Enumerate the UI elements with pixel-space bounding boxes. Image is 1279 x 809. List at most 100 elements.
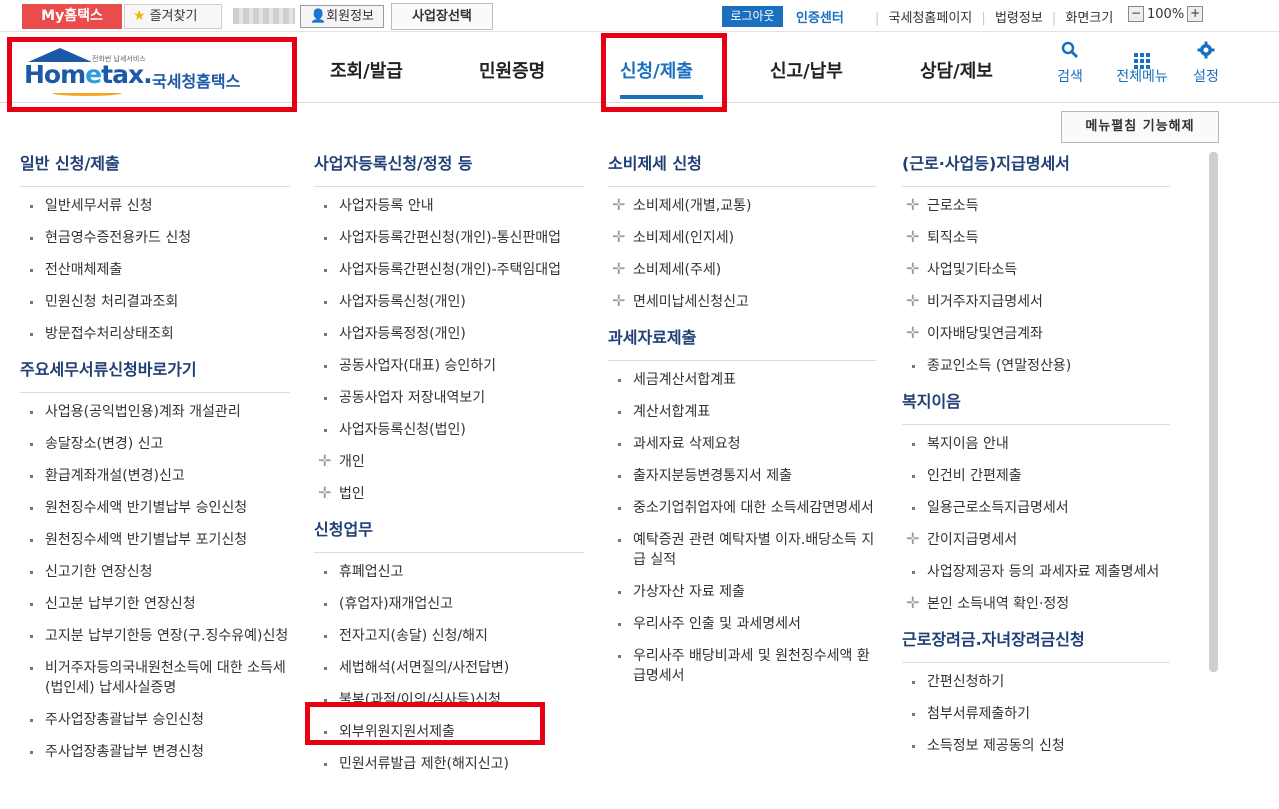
menu-link[interactable]: 예탁증권 관련 예탁자별 이자.배당소득 지급 실적 bbox=[608, 530, 876, 570]
nts-homepage-link[interactable]: 국세청홈페이지 bbox=[889, 11, 973, 26]
menu-link-label: 중소기업취업자에 대한 소득세감면명세서 bbox=[633, 500, 874, 516]
logout-button[interactable]: 로그아웃 bbox=[722, 6, 783, 27]
zoom-control: − 100% + bbox=[1128, 6, 1204, 22]
menu-link[interactable]: ✛ 개인 bbox=[314, 451, 584, 472]
menu-link[interactable]: ✛ 소비제세(개별,교통) bbox=[608, 195, 876, 216]
menu-link[interactable]: 공동사업자(대표) 승인하기 bbox=[314, 356, 584, 376]
menu-link[interactable]: 원천징수세액 반기별납부 승인신청 bbox=[20, 498, 290, 518]
menu-link-label: 사업장제공자 등의 과세자료 제출명세서 bbox=[927, 564, 1160, 580]
cert-center-link[interactable]: 인증센터 bbox=[796, 7, 844, 26]
menu-link[interactable]: 전산매체제출 bbox=[20, 260, 290, 280]
menu-link[interactable]: 우리사주 배당비과세 및 원천징수세액 환급명세서 bbox=[608, 646, 876, 686]
menu-link[interactable]: 출자지분등변경통지서 제출 bbox=[608, 466, 876, 486]
all-menu-button[interactable]: 전체메뉴 bbox=[1112, 41, 1172, 86]
favorites-label: 즐겨찾기 bbox=[149, 9, 198, 24]
scrollbar-thumb[interactable] bbox=[1209, 152, 1218, 672]
menu-link[interactable]: 간편신청하기 bbox=[902, 672, 1170, 692]
menu-link[interactable]: 중소기업취업자에 대한 소득세감면명세서 bbox=[608, 498, 876, 518]
logo-korean: 국세청홈택스 bbox=[152, 72, 241, 91]
star-icon: ★ bbox=[133, 8, 146, 24]
menu-link[interactable]: 사업자등록 안내 bbox=[314, 196, 584, 216]
menu-link-label: 고지분 납부기한등 연장(구.징수유예)신청 bbox=[45, 628, 289, 644]
menu-link[interactable]: 전자고지(송달) 신청/해지 bbox=[314, 626, 584, 646]
menu-link[interactable]: 송달장소(변경) 신고 bbox=[20, 434, 290, 454]
menu-link-label: 인건비 간편제출 bbox=[927, 468, 1022, 484]
menu-link[interactable]: 종교인소득 (연말정산용) bbox=[902, 356, 1170, 376]
menu-link[interactable]: 사업자등록신청(법인) bbox=[314, 420, 584, 440]
menu-link[interactable]: 사업자등록신청(개인) bbox=[314, 292, 584, 312]
member-info-button[interactable]: 👤회원정보 bbox=[300, 5, 384, 28]
menu-link[interactable]: 원천징수세액 반기별납부 포기신청 bbox=[20, 530, 290, 550]
menu-link[interactable]: 소득정보 제공동의 신청 bbox=[902, 736, 1170, 756]
menu-link-label: 사업용(공익법인용)계좌 개설관리 bbox=[45, 404, 241, 420]
menu-link[interactable]: 현금영수증전용카드 신청 bbox=[20, 228, 290, 248]
law-info-link[interactable]: 법령정보 bbox=[995, 11, 1043, 26]
menu-fold-toggle-button[interactable]: 메뉴펼침 기능해제 bbox=[1061, 111, 1219, 143]
menu-link[interactable]: ✛ 소비제세(주세) bbox=[608, 259, 876, 280]
menu-link[interactable]: ✛ 소비제세(인지세) bbox=[608, 227, 876, 248]
menu-link-label: 사업자등록정정(개인) bbox=[339, 326, 466, 342]
menu-link[interactable]: ✛ 근로소득 bbox=[902, 195, 1170, 216]
menu-link[interactable]: 사업자등록간편신청(개인)-주택임대업 bbox=[314, 260, 584, 280]
favorites-button[interactable]: ★ 즐겨찾기 bbox=[124, 4, 222, 29]
business-select-button[interactable]: 사업장선택 bbox=[391, 3, 493, 30]
menu-link[interactable]: 공동사업자 저장내역보기 bbox=[314, 388, 584, 408]
menu-link-label: 우리사주 배당비과세 및 원천징수세액 환급명세서 bbox=[633, 648, 870, 684]
menu-link[interactable]: 사업장제공자 등의 과세자료 제출명세서 bbox=[902, 562, 1170, 582]
menu-link[interactable]: 과세자료 삭제요청 bbox=[608, 434, 876, 454]
hometax-logo[interactable]: 전화번 납세서비스 Hometax. 국세청홈택스 bbox=[22, 46, 262, 102]
menu-link[interactable]: 사업자등록간편신청(개인)-통신판매업 bbox=[314, 228, 584, 248]
menu-link[interactable]: 가상자산 자료 제출 bbox=[608, 582, 876, 602]
gnb-report-pay[interactable]: 신고/납부 bbox=[770, 57, 843, 83]
menu-link[interactable]: 주사업장총괄납부 승인신청 bbox=[20, 710, 290, 730]
my-hometax-button[interactable]: My홈택스 bbox=[22, 4, 122, 29]
menu-link[interactable]: 계산서합계표 bbox=[608, 402, 876, 422]
menu-link[interactable]: 첨부서류제출하기 bbox=[902, 704, 1170, 724]
screen-size-label: 화면크기 bbox=[1065, 11, 1114, 26]
menu-link[interactable]: ✛ 이자배당및연금계좌 bbox=[902, 323, 1170, 344]
menu-link[interactable]: 복지이음 안내 bbox=[902, 434, 1170, 454]
menu-link-label: 주사업장총괄납부 변경신청 bbox=[45, 744, 205, 760]
gnb-civil-certificate[interactable]: 민원증명 bbox=[479, 57, 545, 83]
menu-link-label: 일용근로소득지급명세서 bbox=[927, 500, 1069, 516]
menu-link[interactable]: 민원신청 처리결과조회 bbox=[20, 292, 290, 312]
menu-link[interactable]: ✛ 법인 bbox=[314, 483, 584, 504]
menu-link[interactable]: ✛ 사업및기타소득 bbox=[902, 259, 1170, 280]
menu-link[interactable]: 휴폐업신고 bbox=[314, 562, 584, 582]
settings-button[interactable]: 설정 bbox=[1176, 41, 1236, 86]
menu-link[interactable]: ✛ 본인 소득내역 확인·정정 bbox=[902, 593, 1170, 614]
menu-link[interactable]: (휴업자)재개업신고 bbox=[314, 594, 584, 614]
menu-link[interactable]: 주사업장총괄납부 변경신청 bbox=[20, 742, 290, 762]
menu-link[interactable]: 방문접수처리상태조회 bbox=[20, 324, 290, 344]
menu-link[interactable]: 사업자등록정정(개인) bbox=[314, 324, 584, 344]
menu-link[interactable]: 신고분 납부기한 연장신청 bbox=[20, 594, 290, 614]
gnb-consult-report[interactable]: 상담/제보 bbox=[920, 57, 993, 83]
menu-link-label: 면세미납세신청신고 bbox=[633, 294, 749, 310]
gnb-inquiry-issue[interactable]: 조회/발급 bbox=[330, 57, 403, 83]
search-button[interactable]: 검색 bbox=[1040, 41, 1100, 86]
menu-link[interactable]: ✛ 면세미납세신청신고 bbox=[608, 291, 876, 312]
menu-link[interactable]: 환급계좌개설(변경)신고 bbox=[20, 466, 290, 486]
menu-link[interactable]: 사업용(공익법인용)계좌 개설관리 bbox=[20, 402, 290, 422]
menu-link-label: 사업자등록신청(개인) bbox=[339, 294, 466, 310]
menu-link[interactable]: ✛ 비거주자지급명세서 bbox=[902, 291, 1170, 312]
menu-link[interactable]: 세금계산서합계표 bbox=[608, 370, 876, 390]
menu-link[interactable]: 비거주자등의국내원천소득에 대한 소득세(법인세) 납세사실증명 bbox=[20, 658, 290, 698]
zoom-in-button[interactable]: + bbox=[1187, 6, 1204, 22]
menu-link[interactable]: 일용근로소득지급명세서 bbox=[902, 498, 1170, 518]
menu-link[interactable]: ✛ 간이지급명세서 bbox=[902, 529, 1170, 550]
menu-link[interactable]: 신고기한 연장신청 bbox=[20, 562, 290, 582]
menu-link[interactable]: 일반세무서류 신청 bbox=[20, 196, 290, 216]
menu-link[interactable]: 고지분 납부기한등 연장(구.징수유예)신청 bbox=[20, 626, 290, 646]
menu-link[interactable]: 우리사주 인출 및 과세명세서 bbox=[608, 614, 876, 634]
section-title: 사업자등록신청/정정 등 bbox=[314, 150, 584, 187]
menu-link[interactable]: 세법해석(서면질의/사전답변) bbox=[314, 658, 584, 678]
menu-link[interactable]: 민원서류발급 제한(해지신고) bbox=[314, 754, 584, 774]
menu-link-label: 원천징수세액 반기별납부 승인신청 bbox=[45, 500, 248, 516]
zoom-out-button[interactable]: − bbox=[1128, 6, 1144, 22]
logo-wordmark: Hometax. bbox=[24, 60, 153, 89]
menu-link-label: 소비제세(개별,교통) bbox=[633, 198, 752, 214]
menu-link[interactable]: 인건비 간편제출 bbox=[902, 466, 1170, 486]
menu-link[interactable]: ✛ 퇴직소득 bbox=[902, 227, 1170, 248]
search-label: 검색 bbox=[1057, 69, 1083, 85]
